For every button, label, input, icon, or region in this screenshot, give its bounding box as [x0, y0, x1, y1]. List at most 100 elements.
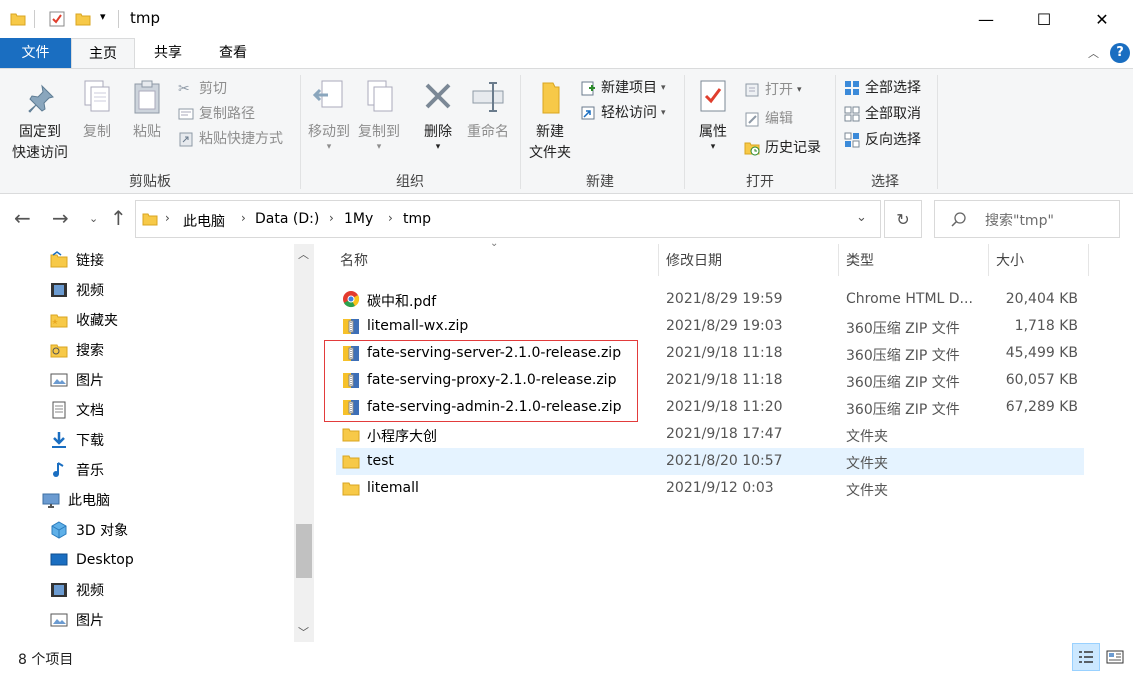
maximize-button[interactable]: ☐ — [1015, 0, 1073, 38]
nav-item-label: 收藏夹 — [76, 313, 118, 329]
nav-item-3d-objects[interactable]: 3D 对象 — [50, 515, 128, 545]
nav-item-pictures[interactable]: 图片 — [50, 365, 104, 395]
search-placeholder: 搜索"tmp" — [985, 213, 1054, 229]
cut-button[interactable]: ✂ 剪切 — [178, 77, 227, 101]
new-folder-icon[interactable] — [75, 11, 91, 27]
file-row[interactable]: test 2021/8/20 10:57 文件夹 — [336, 448, 1084, 475]
new-item-button[interactable]: 新建项目 ▾ — [580, 76, 666, 100]
open-group-label: 打开 — [746, 174, 774, 190]
nav-item-documents[interactable]: 文档 — [50, 395, 104, 425]
move-to-button[interactable]: 移动到 ▾ — [306, 79, 352, 152]
details-view-icon — [1079, 651, 1093, 663]
download-icon — [52, 432, 66, 448]
file-row[interactable]: 小程序大创 2021/9/18 17:47 文件夹 — [336, 421, 1084, 448]
nav-item-music[interactable]: 音乐 — [50, 455, 104, 485]
properties-button[interactable]: 属性 ▾ — [690, 79, 736, 152]
copy-button[interactable]: 复制 — [76, 79, 118, 143]
breadcrumb-tmp[interactable]: tmp — [403, 211, 431, 227]
column-divider[interactable] — [838, 244, 839, 276]
scroll-up-icon[interactable]: ︿ — [298, 246, 309, 262]
details-view-button[interactable] — [1072, 643, 1100, 671]
breadcrumb-drive-d[interactable]: Data (D:) — [255, 211, 319, 227]
file-date: 2021/9/18 17:47 — [666, 426, 783, 442]
breadcrumb-chevron-icon: › — [388, 211, 393, 225]
chevron-down-icon: ▾ — [710, 142, 716, 152]
properties-check-icon[interactable] — [49, 11, 65, 27]
folder-icon[interactable] — [10, 11, 26, 27]
address-bar[interactable]: › 此电脑 › Data (D:) › 1My › tmp ⌄ — [135, 200, 881, 238]
column-header-size[interactable]: 大小 — [996, 250, 1024, 274]
tab-share[interactable]: 共享 — [140, 38, 196, 68]
nav-item-links[interactable]: 链接 — [50, 245, 104, 275]
breadcrumb-1my[interactable]: 1My — [344, 211, 373, 227]
file-type: 360压缩 ZIP 文件 — [846, 402, 960, 418]
select-all-button[interactable]: 全部选择 — [844, 76, 921, 100]
column-divider[interactable] — [988, 244, 989, 276]
close-button[interactable]: ✕ — [1073, 0, 1131, 38]
column-divider[interactable] — [1088, 244, 1089, 276]
help-icon[interactable]: ? — [1110, 43, 1130, 63]
file-row[interactable]: litemall-wx.zip 2021/8/29 19:03 360压缩 ZIP … — [336, 313, 1084, 340]
file-row[interactable]: 碳中和.pdf 2021/8/29 19:59 Chrome HTML D... 20… — [336, 286, 1084, 313]
column-divider[interactable] — [658, 244, 659, 276]
link-folder-icon — [50, 251, 68, 268]
copy-path-button[interactable]: 复制路径 — [178, 102, 255, 126]
column-header-name[interactable]: 名称 — [340, 250, 368, 274]
nav-item-this-pc[interactable]: 此电脑 — [42, 485, 110, 515]
column-header-date[interactable]: 修改日期 — [666, 250, 722, 274]
refresh-button[interactable]: ↻ — [884, 200, 922, 238]
delete-button[interactable]: 删除 ▾ — [416, 79, 460, 152]
scroll-down-icon[interactable]: ﹀ — [298, 624, 309, 640]
paste-button[interactable]: 粘贴 — [126, 79, 168, 143]
nav-item-favorites[interactable]: 收藏夹 — [50, 305, 118, 335]
folder-icon — [342, 482, 360, 496]
address-history-chevron-icon[interactable]: ⌄ — [856, 210, 867, 225]
up-arrow-icon[interactable]: ↑ — [110, 206, 127, 230]
minimize-button[interactable]: — — [957, 0, 1015, 38]
chevron-down-icon: ▾ — [376, 142, 382, 152]
rename-button[interactable]: 重命名 — [464, 79, 512, 143]
open-button[interactable]: 打开 ▾ — [744, 78, 802, 102]
history-button[interactable]: 历史记录 — [744, 136, 821, 160]
back-arrow-icon[interactable]: ← — [14, 206, 31, 230]
rename-icon — [472, 82, 504, 112]
nav-item-label: 链接 — [76, 253, 104, 269]
select-none-label: 全部取消 — [865, 106, 921, 122]
nav-item-search[interactable]: 搜索 — [50, 335, 104, 365]
tab-file[interactable]: 文件 — [0, 38, 71, 68]
nav-item-label: Desktop — [76, 552, 134, 568]
edit-button[interactable]: 编辑 — [744, 107, 793, 131]
scrollbar-thumb[interactable] — [296, 524, 312, 578]
nav-item-downloads[interactable]: 下载 — [50, 425, 104, 455]
breadcrumb-this-pc[interactable]: 此电脑 — [183, 211, 225, 231]
easy-access-button[interactable]: 轻松访问 ▾ — [580, 101, 666, 125]
nav-item-pictures-2[interactable]: 图片 — [50, 605, 104, 635]
new-folder-label-1: 新建 — [536, 124, 564, 140]
file-type: 360压缩 ZIP 文件 — [846, 321, 960, 337]
invert-selection-button[interactable]: 反向选择 — [844, 128, 921, 152]
search-folder-icon — [50, 344, 68, 358]
nav-item-videos-2[interactable]: 视频 — [50, 575, 104, 605]
collapse-ribbon-icon[interactable]: ︿ — [1088, 45, 1099, 61]
file-row[interactable]: litemall 2021/9/12 0:03 文件夹 — [336, 475, 1084, 502]
nav-item-label: 此电脑 — [68, 493, 110, 509]
search-box[interactable]: 搜索"tmp" — [934, 200, 1120, 238]
large-icons-view-icon — [1106, 650, 1124, 664]
file-size: 60,057 KB — [1005, 372, 1078, 388]
tab-view[interactable]: 查看 — [205, 38, 261, 68]
nav-item-videos[interactable]: 视频 — [50, 275, 104, 305]
tab-home[interactable]: 主页 — [71, 38, 135, 69]
paste-shortcut-button[interactable]: 粘贴快捷方式 — [178, 127, 283, 151]
large-icons-view-button[interactable] — [1101, 643, 1129, 671]
select-none-button[interactable]: 全部取消 — [844, 102, 921, 126]
new-folder-button[interactable]: 新建 文件夹 — [524, 79, 576, 164]
nav-item-label: 视频 — [76, 583, 104, 599]
pin-quick-access-button[interactable]: 固定到 快速访问 — [6, 83, 74, 164]
quick-access-dropdown-icon[interactable]: ▾ — [100, 10, 106, 23]
nav-item-desktop[interactable]: Desktop — [50, 545, 134, 575]
copy-to-button[interactable]: 复制到 ▾ — [356, 79, 402, 152]
recent-locations-chevron-icon[interactable]: ⌄ — [89, 212, 98, 225]
column-header-type[interactable]: 类型 — [846, 250, 874, 274]
forward-arrow-icon[interactable]: → — [52, 206, 69, 230]
nav-scrollbar[interactable]: ︿ ﹀ — [294, 244, 314, 642]
